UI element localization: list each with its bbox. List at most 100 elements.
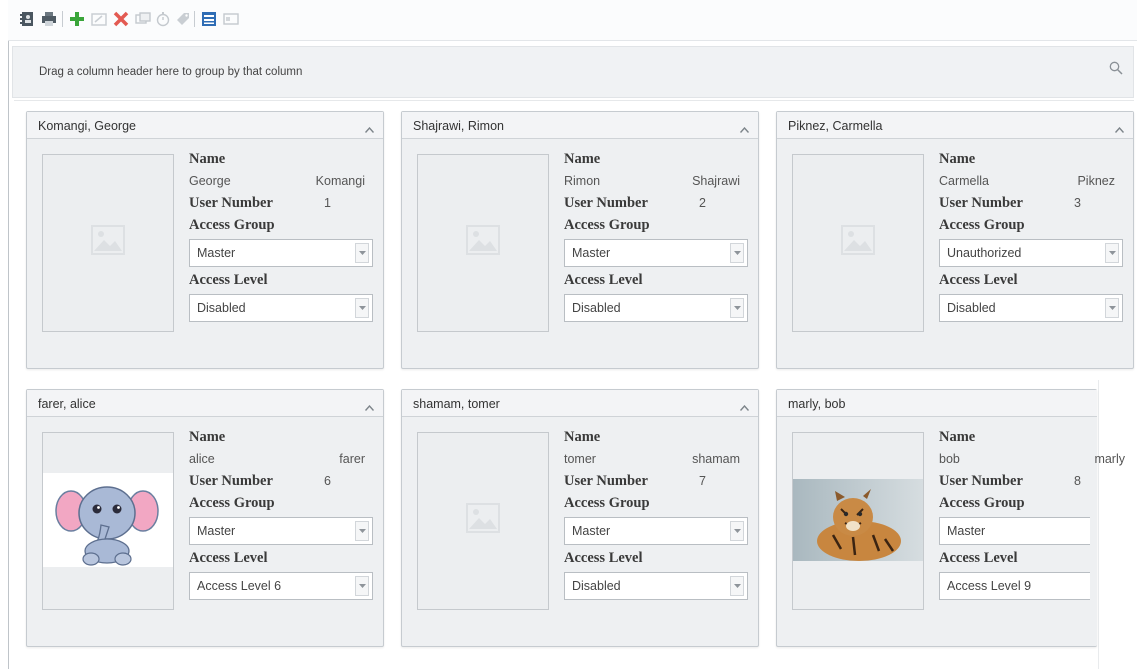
chevron-up-icon[interactable] — [739, 398, 750, 416]
user-card[interactable]: Piknez, Carmella Name Carmella Piknez User N… — [776, 111, 1134, 369]
name-label: Name — [189, 429, 226, 445]
group-by-panel[interactable]: Drag a column header here to group by th… — [12, 46, 1134, 98]
access-level-label: Access Level — [189, 550, 268, 566]
chevron-down-icon[interactable] — [355, 576, 369, 596]
access-group-select[interactable]: Master — [939, 517, 1090, 545]
name-value: Rimon Shajrawi — [564, 170, 750, 192]
card-view-icon[interactable] — [200, 10, 218, 28]
user-photo[interactable] — [792, 432, 924, 610]
access-group-value: Master — [947, 524, 986, 538]
user-number-label: User Number — [564, 473, 648, 489]
access-level-label: Access Level — [939, 272, 1018, 288]
access-level-select[interactable]: Access Level 9 — [939, 572, 1090, 600]
user-fields: Name tomer shamam User Number 7 Access Group M… — [564, 426, 750, 602]
access-group-label: Access Group — [939, 217, 1025, 233]
image-placeholder-icon — [466, 503, 500, 538]
card-header[interactable]: shamam, tomer — [402, 390, 758, 417]
chevron-down-icon[interactable] — [730, 298, 744, 318]
user-fields: Name bob marly User Number 8 Access Group Mast… — [939, 426, 1125, 602]
user-card[interactable]: farer, alice Name alice farer User Number 6 Ac… — [26, 389, 384, 647]
chevron-down-icon[interactable] — [355, 521, 369, 541]
access-group-select[interactable]: Master — [564, 239, 748, 267]
timer-icon[interactable] — [154, 10, 172, 28]
access-group-value: Master — [572, 524, 611, 538]
chevron-down-icon[interactable] — [1105, 298, 1119, 318]
edit-icon[interactable] — [90, 10, 108, 28]
chevron-down-icon[interactable] — [730, 521, 744, 541]
user-number-label: User Number — [189, 473, 273, 489]
card-header[interactable]: farer, alice — [27, 390, 383, 417]
access-level-select[interactable]: Disabled — [939, 294, 1123, 322]
user-number-value: 7 — [699, 474, 706, 488]
user-card[interactable]: shamam, tomer Name tomer shamam User Number 7… — [401, 389, 759, 647]
toolbar — [8, 0, 1137, 41]
card-header[interactable]: Komangi, George — [27, 112, 383, 139]
access-group-value: Master — [572, 246, 611, 260]
delete-icon[interactable] — [112, 10, 130, 28]
chevron-down-icon[interactable] — [355, 298, 369, 318]
user-photo[interactable] — [792, 154, 924, 332]
user-photo[interactable] — [42, 154, 174, 332]
access-level-label: Access Level — [939, 550, 1018, 566]
card-header[interactable]: Piknez, Carmella — [777, 112, 1133, 139]
printer-icon[interactable] — [40, 10, 58, 28]
user-photo[interactable] — [417, 432, 549, 610]
access-level-select[interactable]: Disabled — [564, 294, 748, 322]
user-card[interactable]: Komangi, George Name George Komangi User Num… — [26, 111, 384, 369]
chevron-down-icon[interactable] — [1105, 243, 1119, 263]
last-name: marly — [1094, 452, 1125, 466]
access-group-select[interactable]: Unauthorized — [939, 239, 1123, 267]
user-number-label: User Number — [189, 195, 273, 211]
chevron-up-icon[interactable] — [364, 398, 375, 416]
chevron-down-icon[interactable] — [355, 243, 369, 263]
user-photo[interactable] — [417, 154, 549, 332]
chevron-up-icon[interactable] — [739, 120, 750, 138]
name-label: Name — [939, 151, 976, 167]
access-level-select[interactable]: Disabled — [189, 294, 373, 322]
last-name: Komangi — [315, 174, 365, 188]
access-group-select[interactable]: Master — [189, 517, 373, 545]
name-label: Name — [939, 429, 976, 445]
user-card[interactable]: Shajrawi, Rimon Name Rimon Shajrawi User Num… — [401, 111, 759, 369]
user-number-value: 8 — [1074, 474, 1081, 488]
user-number-value: 2 — [699, 196, 706, 210]
chevron-down-icon[interactable] — [730, 243, 744, 263]
access-group-value: Master — [197, 246, 236, 260]
card-header[interactable]: Shajrawi, Rimon — [402, 112, 758, 139]
user-photo-image — [43, 473, 173, 572]
address-book-icon[interactable] — [18, 10, 36, 28]
chevron-down-icon[interactable] — [730, 576, 744, 596]
access-group-select[interactable]: Master — [189, 239, 373, 267]
last-name: farer — [339, 452, 365, 466]
user-number-value: 1 — [324, 196, 331, 210]
chevron-up-icon[interactable] — [1114, 120, 1125, 138]
tag-icon[interactable] — [174, 10, 192, 28]
user-number-row: User Number 2 — [564, 192, 750, 214]
add-icon[interactable] — [68, 10, 86, 28]
user-photo[interactable] — [42, 432, 174, 610]
last-name: shamam — [692, 452, 740, 466]
access-group-label: Access Group — [564, 217, 650, 233]
card-title: Shajrawi, Rimon — [413, 119, 505, 133]
access-level-label: Access Level — [564, 272, 643, 288]
copy-icon[interactable] — [134, 10, 152, 28]
search-icon[interactable] — [1109, 61, 1123, 80]
access-level-label: Access Level — [564, 550, 643, 566]
card-header[interactable]: marly, bob — [777, 390, 1097, 417]
name-label: Name — [564, 429, 601, 445]
chevron-up-icon[interactable] — [364, 120, 375, 138]
card-title: shamam, tomer — [413, 397, 500, 411]
access-level-select[interactable]: Disabled — [564, 572, 748, 600]
user-number-value: 3 — [1074, 196, 1081, 210]
list-view-icon[interactable] — [222, 10, 240, 28]
user-card[interactable]: marly, bob Name bob marly User Number 8 Access… — [776, 389, 1125, 647]
access-level-value: Access Level 9 — [947, 579, 1032, 593]
image-placeholder-icon — [91, 225, 125, 260]
card-title: Komangi, George — [38, 119, 136, 133]
name-value: tomer shamam — [564, 448, 750, 470]
name-value: Carmella Piknez — [939, 170, 1125, 192]
access-level-value: Disabled — [572, 579, 621, 593]
card-title: Piknez, Carmella — [788, 119, 883, 133]
access-level-select[interactable]: Access Level 6 — [189, 572, 373, 600]
access-group-select[interactable]: Master — [564, 517, 748, 545]
